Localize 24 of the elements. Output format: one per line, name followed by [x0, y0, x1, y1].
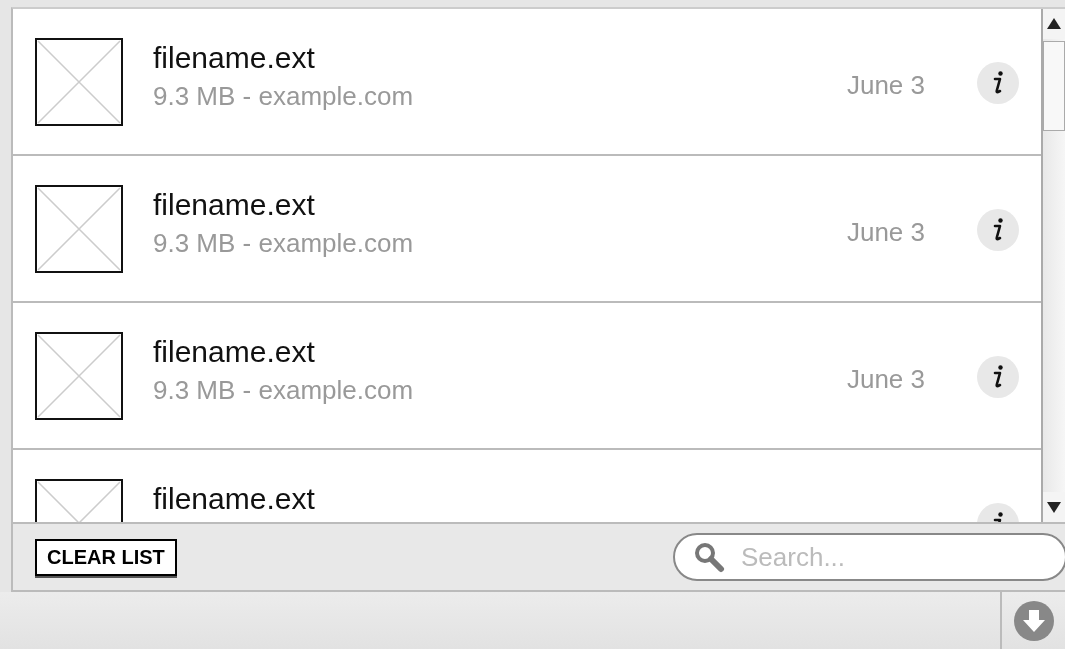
file-details: 9.3 MB - example.com: [153, 375, 415, 406]
file-name: filename.ext: [153, 482, 316, 516]
file-name: filename.ext: [153, 335, 316, 369]
file-row[interactable]: filename.ext 9.3 MB - example.com June 3: [13, 303, 1041, 450]
search-icon: [693, 541, 725, 573]
image-placeholder-icon: [35, 38, 123, 126]
info-icon[interactable]: [977, 209, 1019, 251]
image-placeholder-icon: [35, 332, 123, 420]
info-icon[interactable]: [977, 62, 1019, 104]
info-icon[interactable]: [977, 356, 1019, 398]
scrollbar-thumb[interactable]: [1043, 41, 1065, 131]
file-date: June 3: [846, 70, 925, 101]
image-placeholder-icon: [35, 185, 123, 273]
file-date: June 3: [846, 217, 925, 248]
download-icon[interactable]: [1013, 600, 1054, 641]
file-name: filename.ext: [153, 41, 316, 75]
file-name: filename.ext: [153, 188, 316, 222]
search-field[interactable]: Search...: [673, 533, 1065, 581]
file-details: 9.3 MB - example.com: [153, 228, 415, 259]
file-row[interactable]: filename.ext 9.3 MB - example.com June 3: [13, 156, 1041, 303]
file-row[interactable]: filename.ext 9.3 MB - example.com June 3: [13, 9, 1041, 156]
file-date: June 3: [846, 364, 925, 395]
file-details: 9.3 MB - example.com: [153, 81, 415, 112]
clear-list-button[interactable]: CLEAR LIST: [35, 538, 177, 576]
